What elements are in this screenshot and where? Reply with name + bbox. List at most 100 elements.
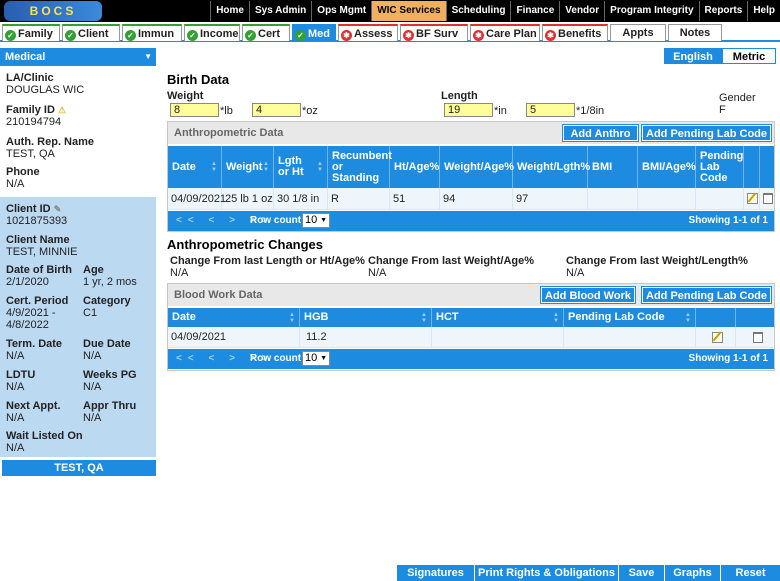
tab-bf-surv[interactable]: ✱ BF Surv [400,24,468,41]
save-button[interactable]: Save [618,565,664,581]
sidebar-module-select[interactable]: Medical ▼ [0,48,156,66]
table-row[interactable]: 04/09/2021 25 lb 1 oz 30 1/8 in R 51 94 … [168,188,774,210]
change-weight-length-field: Change From last Weight/Length% N/A [566,255,748,279]
tab-assess[interactable]: ✱ Assess [338,24,398,41]
weight-lb-input[interactable]: 8 [170,103,219,117]
appr-thru-field: Appr Thru N/A [83,400,137,424]
col-weight-age[interactable]: Weight/Age% [440,146,514,188]
age-field: Age 1 yr, 2 mos [83,264,137,288]
tab-cert[interactable]: ✓ Cert [242,24,290,41]
col-date[interactable]: Date ▲ ▼ [168,146,222,188]
col-edit [744,146,760,188]
top-bar: BOCS Home Sys Admin Ops Mgmt WIC Service… [0,0,780,22]
tab-appts[interactable]: Appts [610,24,666,41]
check-icon: ✓ [125,30,136,41]
col-pending-lab[interactable]: Pending Lab Code ▲ ▼ [564,308,696,327]
blood-panel-header: Blood Work Data Add Blood Work Add Pendi… [168,284,774,306]
due-date-field: Due Date N/A [83,338,131,362]
nav-vendor[interactable]: Vendor [559,1,604,21]
blood-table-header: Date ▲ ▼ HGB ▲ ▼ HCT ▲ ▼ Pending Lab Code ▲ ▼ [168,308,774,327]
edit-icon[interactable] [747,193,758,204]
weight-oz-input[interactable]: 4 [252,103,301,117]
tab-med[interactable]: ✓ Med [292,24,336,41]
row-count-label: Row count: [250,353,305,364]
nav-wic-services[interactable]: WIC Services [371,1,446,21]
trash-icon[interactable] [763,193,773,204]
cell-weight-lgth: 97 [513,188,588,209]
check-icon: ✓ [187,30,198,41]
chevron-down-icon: ▼ [320,355,327,362]
col-delete [760,146,776,188]
table-row[interactable]: 04/09/2021 11.2 [168,327,774,348]
cell-bmi-age [638,188,696,209]
nav-reports[interactable]: Reports [698,1,748,21]
col-bmi[interactable]: BMI [588,146,638,188]
col-ht-age[interactable]: Ht/Age% [390,146,440,188]
sidebar-auth-rep-button[interactable]: TEST, QA [2,460,156,476]
tab-client[interactable]: ✓ Client [62,24,120,41]
check-icon: ✓ [5,30,16,41]
tab-care-plan[interactable]: ✱ Care Plan [470,24,540,41]
sort-icon: ▲ ▼ [289,311,295,324]
add-anthro-button[interactable]: Add Anthro [562,124,639,142]
in-unit: *in [494,105,507,117]
nav-help[interactable]: Help [747,1,780,21]
anthro-panel-header: Anthropometric Data Add Anthro Add Pendi… [168,122,774,144]
check-icon: ✓ [65,30,76,41]
metric-button[interactable]: Metric [722,48,776,64]
col-recumbent[interactable]: Recumbent or Standing [328,146,392,188]
length-eighths-input[interactable]: 5 [526,103,575,117]
pencil-icon[interactable]: ✎ [54,204,62,214]
col-weight[interactable]: Weight ▲ ▼ [222,146,274,188]
edit-icon[interactable] [711,331,723,343]
col-hgb[interactable]: HGB ▲ ▼ [300,308,432,327]
check-icon: ✓ [245,30,256,41]
anthro-table-header: Date ▲ ▼ Weight ▲ ▼ Lgth or Ht ▲ ▼ Recumbent o… [168,146,774,188]
cell-recumbent: R [328,188,390,209]
nav-program-integrity[interactable]: Program Integrity [604,1,698,21]
add-pending-lab-code-button[interactable]: Add Pending Lab Code [641,124,772,142]
sort-icon: ▲ ▼ [263,161,269,173]
row-count-label: Row count: [250,215,305,226]
tab-income[interactable]: ✓ Income [184,24,240,41]
showing-count: Showing 1-1 of 1 [688,353,768,364]
length-in-input[interactable]: 19 [444,103,493,117]
tab-family[interactable]: ✓ Family [2,24,60,41]
wait-listed-field: Wait Listed On N/A [6,430,83,454]
sort-icon: ▲ ▼ [685,311,691,324]
col-hct[interactable]: HCT ▲ ▼ [432,308,564,327]
change-length-field: Change From last Length or Ht/Age% N/A [170,255,365,279]
add-pending-lab-code-button[interactable]: Add Pending Lab Code [641,286,772,304]
cell-edit [696,327,736,347]
cell-delete [736,327,776,347]
nav-finance[interactable]: Finance [510,1,559,21]
tab-immun[interactable]: ✓ Immun [122,24,182,41]
add-blood-work-button[interactable]: Add Blood Work [540,286,636,304]
english-button[interactable]: English [664,48,722,64]
nav-scheduling[interactable]: Scheduling [445,1,511,21]
client-id-field: Client ID ✎ 1021875393 [6,203,68,227]
row-count-select[interactable]: 10 ▼ [302,213,330,228]
birth-data-title: Birth Data [167,72,230,87]
ldtu-field: LDTU N/A [6,369,36,393]
blood-pager: << < > >> Row count: 10 ▼ Showing 1-1 of … [168,349,774,369]
col-edit [696,308,736,327]
cell-pending [696,188,744,209]
signatures-button[interactable]: Signatures [396,565,474,581]
nav-ops-mgmt[interactable]: Ops Mgmt [311,1,371,21]
tab-benefits[interactable]: ✱ Benefits [542,24,608,41]
cert-period-field: Cert. Period 4/9/2021 -4/8/2022 [6,295,69,331]
trash-icon[interactable] [752,331,763,343]
nav-home[interactable]: Home [210,1,249,21]
col-date[interactable]: Date ▲ ▼ [168,308,300,327]
reset-button[interactable]: Reset [720,565,780,581]
row-count-select[interactable]: 10 ▼ [302,351,330,366]
col-bmi-age[interactable]: BMI/Age% [638,146,696,188]
print-rights-button[interactable]: Print Rights & Obligations [474,565,618,581]
graphs-button[interactable]: Graphs [664,565,720,581]
col-weight-lgth[interactable]: Weight/Lgth% [513,146,590,188]
col-pending-lab[interactable]: Pending Lab Code [696,146,744,188]
nav-sys-admin[interactable]: Sys Admin [248,1,311,21]
col-length[interactable]: Lgth or Ht ▲ ▼ [274,146,328,188]
tab-notes[interactable]: Notes [668,24,722,41]
